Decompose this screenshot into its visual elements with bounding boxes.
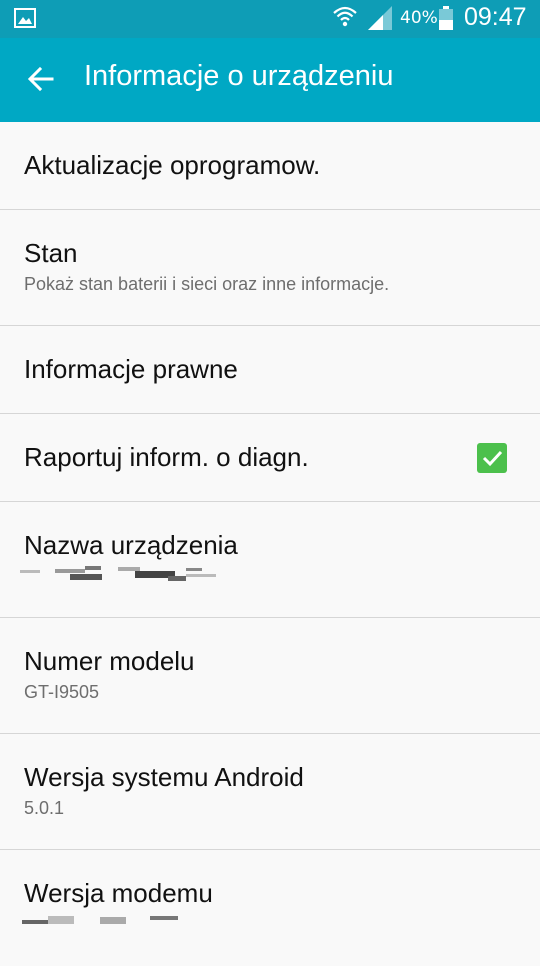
list-item-software-update[interactable]: Aktualizacje oprogramow.: [0, 122, 540, 210]
list-item-baseband-version[interactable]: Wersja modemu: [0, 850, 540, 966]
list-item-title: Aktualizacje oprogramow.: [24, 150, 321, 180]
list-item-device-name[interactable]: Nazwa urządzenia: [0, 502, 540, 618]
redacted-baseband-version: [22, 916, 178, 924]
status-bar: 40% 09:47: [0, 0, 540, 38]
page-title: Informacje o urządzeniu: [84, 60, 394, 92]
list-item-title: Raportuj inform. o diagn.: [24, 442, 309, 472]
battery-icon: [439, 6, 453, 30]
list-item-title: Wersja modemu: [24, 878, 213, 908]
list-item-report-diagnostics[interactable]: Raportuj inform. o diagn.: [0, 414, 540, 502]
list-item-title: Nazwa urządzenia: [24, 530, 238, 560]
clock: 09:47: [464, 3, 527, 31]
app-bar: Informacje o urządzeniu: [0, 38, 540, 122]
list-item-model-number[interactable]: Numer modelu GT-I9505: [0, 618, 540, 734]
redacted-device-name: [20, 566, 216, 581]
list-item-status[interactable]: Stan Pokaż stan baterii i sieci oraz inn…: [0, 210, 540, 326]
list-item-title: Wersja systemu Android: [24, 762, 304, 792]
list-item-title: Informacje prawne: [24, 354, 238, 384]
list-item-android-version[interactable]: Wersja systemu Android 5.0.1: [0, 734, 540, 850]
wifi-icon: [333, 6, 357, 27]
diagnostics-checkbox[interactable]: [477, 443, 507, 473]
list-item-subtitle: GT-I9505: [24, 682, 100, 702]
battery-percentage: 40%: [400, 8, 438, 28]
arrow-left-icon[interactable]: [26, 64, 56, 94]
list-item-title: Numer modelu: [24, 646, 195, 676]
list-item-subtitle: 5.0.1: [24, 798, 65, 818]
list-item-subtitle: Pokaż stan baterii i sieci oraz inne inf…: [24, 274, 390, 294]
list-item-title: Stan: [24, 238, 78, 268]
signal-icon: [368, 6, 392, 30]
gallery-icon: [14, 8, 36, 28]
settings-list: Aktualizacje oprogramow. Stan Pokaż stan…: [0, 122, 540, 966]
list-item-legal-info[interactable]: Informacje prawne: [0, 326, 540, 414]
